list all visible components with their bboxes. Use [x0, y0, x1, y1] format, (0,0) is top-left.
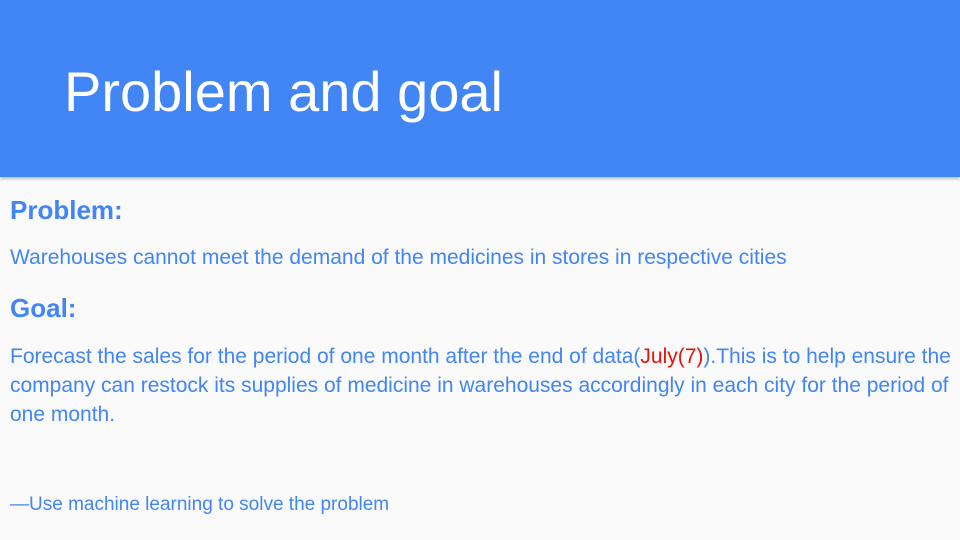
goal-heading: Goal:	[10, 293, 77, 323]
slide-title: Problem and goal	[64, 60, 503, 123]
problem-heading: Problem:	[10, 195, 123, 225]
footnote: —Use machine learning to solve the probl…	[10, 494, 390, 515]
slide-header: Problem and goal	[0, 0, 960, 177]
goal-text: Forecast the sales for the period of one…	[10, 342, 955, 429]
goal-date-highlight: July(7)	[640, 345, 704, 368]
problem-text: Warehouses cannot meet the demand of the…	[10, 246, 787, 269]
goal-text-before: Forecast the sales for the period of one…	[10, 345, 641, 368]
